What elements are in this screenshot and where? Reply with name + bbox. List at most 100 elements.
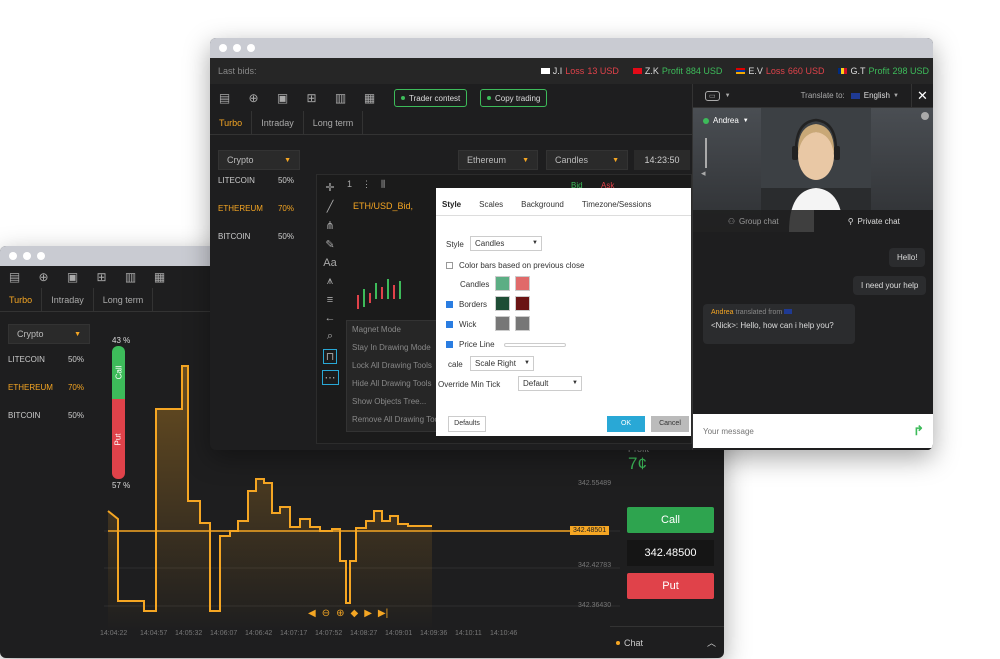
tab-intraday[interactable]: Intraday xyxy=(252,111,304,134)
style-select[interactable]: Candles ▼ xyxy=(470,236,542,251)
menu-item-lock[interactable]: Lock All Drawing Tools xyxy=(347,357,449,375)
interval-icon[interactable]: 1 xyxy=(347,179,352,190)
arrow-left-icon[interactable]: ← xyxy=(325,312,336,324)
list-item[interactable]: LITECOIN 50% xyxy=(210,176,302,204)
candle-up-color-swatch[interactable] xyxy=(495,276,510,291)
menu-item-objects-tree[interactable]: Show Objects Tree... xyxy=(347,393,449,411)
wick-down-color-swatch[interactable] xyxy=(515,316,530,331)
go-latest-icon[interactable]: ▶| xyxy=(378,608,388,619)
select-value: Candles xyxy=(475,239,505,248)
menu-item-remove[interactable]: Remove All Drawing Tools xyxy=(347,411,449,429)
list-item[interactable]: ETHEREUM 70% xyxy=(0,378,92,406)
menu-icon[interactable]: ⋮ xyxy=(362,179,371,190)
calendar-icon[interactable]: ▦ xyxy=(145,270,174,284)
zoom-in-icon[interactable]: ⊕ xyxy=(336,608,344,619)
tab-style[interactable]: Style xyxy=(442,200,461,215)
candle-icon[interactable]: ⫼ xyxy=(381,179,385,190)
border-down-color-swatch[interactable] xyxy=(515,296,530,311)
call-button[interactable]: Call xyxy=(627,507,714,533)
drawing-tools-column: ✛ ╱ ⋔ ✎ Aa ⩚ ≡ ← ⌕ ⊓ ⋯ xyxy=(317,175,343,445)
defaults-button[interactable]: Defaults xyxy=(448,416,486,432)
flag-icon xyxy=(540,68,550,74)
select-value: Default xyxy=(523,379,549,388)
tab-scales[interactable]: Scales xyxy=(479,200,503,215)
layout-icon[interactable]: ▣ xyxy=(268,91,297,105)
chat-toggle[interactable]: Chat ︿ xyxy=(610,626,724,658)
border-up-color-swatch[interactable] xyxy=(495,296,510,311)
send-icon[interactable]: ↱ xyxy=(913,423,924,439)
tab-long-term[interactable]: Long term xyxy=(304,111,364,134)
language-select[interactable]: English xyxy=(864,91,890,100)
brush-icon[interactable]: ✎ xyxy=(325,238,334,251)
tab-intraday[interactable]: Intraday xyxy=(42,288,94,311)
front-asset-select[interactable]: Crypto ▼ xyxy=(218,150,300,170)
put-button[interactable]: Put xyxy=(627,573,714,599)
fib-icon[interactable]: ≡ xyxy=(327,294,333,306)
scroll-right-icon[interactable]: ▶ xyxy=(364,608,372,619)
menu-item-stay-drawing[interactable]: Stay In Drawing Mode xyxy=(347,339,449,357)
list-item[interactable]: BITCOIN 50% xyxy=(0,406,92,434)
zoom-out-icon[interactable]: ⊖ xyxy=(322,608,330,619)
time-tick: 14:10:46 xyxy=(490,630,518,637)
tree-icon[interactable]: ⊞ xyxy=(87,270,116,284)
back-asset-select[interactable]: Crypto ▼ xyxy=(8,324,90,344)
menu-item-hide[interactable]: Hide All Drawing Tools xyxy=(347,375,449,393)
price-line-option[interactable]: Price Line xyxy=(446,340,495,349)
scale-select[interactable]: Scale Right ▼ xyxy=(470,356,534,371)
list-item[interactable]: ETHEREUM 70% xyxy=(210,204,302,232)
time-axis: 14:04:22 14:04:57 14:05:32 14:06:07 14:0… xyxy=(100,630,525,637)
tab-timezone[interactable]: Timezone/Sessions xyxy=(582,200,652,215)
override-select[interactable]: Default ▼ xyxy=(518,376,582,391)
tab-background[interactable]: Background xyxy=(521,200,564,215)
tree-icon[interactable]: ⊞ xyxy=(297,91,326,105)
group-chat-tab[interactable]: ⚇ Group chat xyxy=(693,210,814,232)
cancel-button[interactable]: Cancel xyxy=(651,416,689,432)
list-item[interactable]: LITECOIN 50% xyxy=(0,350,92,378)
color-bars-option[interactable]: Color bars based on previous close xyxy=(446,261,584,270)
close-icon[interactable]: ✕ xyxy=(911,83,933,108)
drawing-options-menu: Magnet Mode Stay In Drawing Mode Lock Al… xyxy=(346,320,450,432)
camera-icon[interactable]: ▭ xyxy=(705,90,720,101)
reset-icon[interactable]: ◆ xyxy=(350,608,358,619)
private-chat-tab[interactable]: ⚲ Private chat xyxy=(813,210,933,232)
chart-icon[interactable]: ▤ xyxy=(210,91,239,105)
menu-item-magnet[interactable]: Magnet Mode xyxy=(347,321,449,339)
candle-down-color-swatch[interactable] xyxy=(515,276,530,291)
trend-line-icon[interactable]: ╱ xyxy=(327,200,334,213)
ok-button[interactable]: OK xyxy=(607,416,645,432)
fork-icon[interactable]: ⋔ xyxy=(325,219,334,232)
bars-icon[interactable]: ▥ xyxy=(116,270,145,284)
candle xyxy=(381,287,383,299)
borders-option[interactable]: Borders xyxy=(446,300,487,309)
zoom-icon[interactable]: ⊕ xyxy=(29,270,58,284)
crosshair-icon[interactable]: ✛ xyxy=(325,181,334,194)
more-options-icon[interactable] xyxy=(921,112,929,120)
symbol-select[interactable]: Ethereum ▼ xyxy=(458,150,538,170)
chart-type-select[interactable]: Candles ▼ xyxy=(546,150,628,170)
text-icon[interactable]: Aa xyxy=(323,257,336,269)
back-toolbar: ▤ ⊕ ▣ ⊞ ▥ ▦ xyxy=(0,266,174,288)
magnifier-icon[interactable]: ⌕ xyxy=(327,330,333,343)
copy-trading-button[interactable]: Copy trading xyxy=(480,89,548,107)
layout-icon[interactable]: ▣ xyxy=(58,270,87,284)
wick-option[interactable]: Wick xyxy=(446,320,476,329)
tab-long-term[interactable]: Long term xyxy=(94,288,154,311)
pattern-icon[interactable]: ⩚ xyxy=(327,275,333,288)
magnet-icon[interactable]: ⊓ xyxy=(322,349,338,364)
tab-turbo[interactable]: Turbo xyxy=(210,111,253,134)
chevron-down-icon[interactable]: ▼ xyxy=(725,93,731,99)
list-item[interactable]: BITCOIN 50% xyxy=(210,232,302,260)
volume-slider[interactable] xyxy=(705,138,707,168)
scroll-left-icon[interactable]: ◀ xyxy=(308,608,316,619)
message-input[interactable] xyxy=(703,426,914,436)
price-line-slider[interactable] xyxy=(504,343,566,347)
volume-icon[interactable]: ◂ xyxy=(701,168,706,179)
lock-dots-icon[interactable]: ⋯ xyxy=(321,370,339,385)
chart-icon[interactable]: ▤ xyxy=(0,270,29,284)
bars-icon[interactable]: ▥ xyxy=(326,91,355,105)
wick-up-color-swatch[interactable] xyxy=(495,316,510,331)
calendar-icon[interactable]: ▦ xyxy=(355,91,384,105)
tab-turbo[interactable]: Turbo xyxy=(0,288,43,311)
trader-contest-button[interactable]: Trader contest xyxy=(394,89,468,107)
zoom-icon[interactable]: ⊕ xyxy=(239,91,268,105)
